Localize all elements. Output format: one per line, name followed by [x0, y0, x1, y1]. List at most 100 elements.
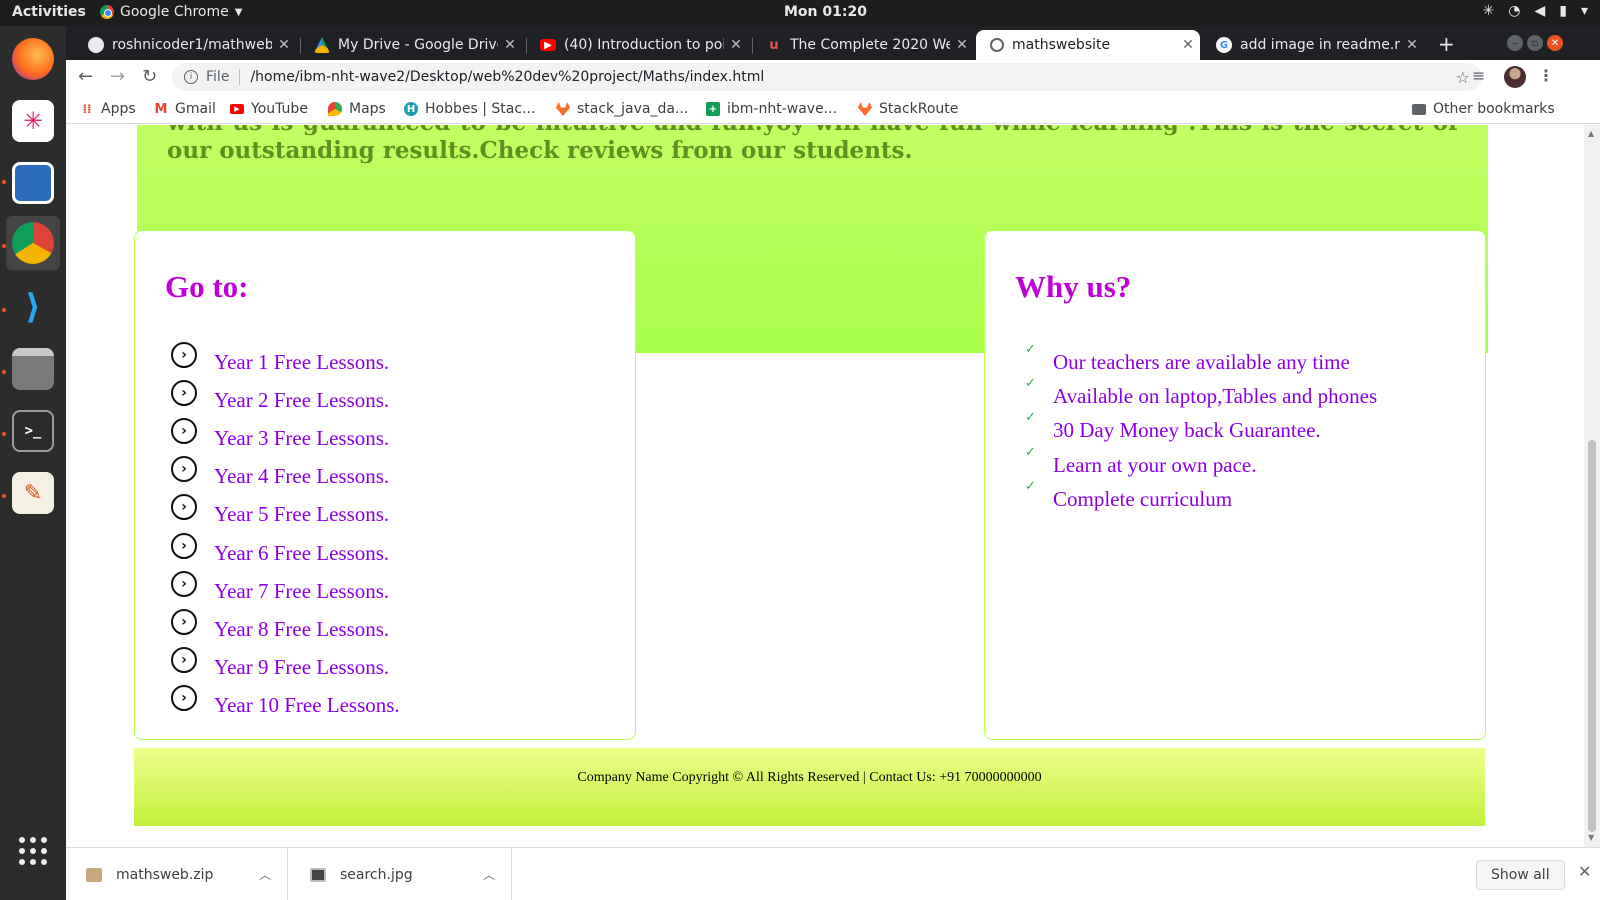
- chevron-right-circle-icon: ›: [171, 685, 197, 711]
- show-all-button[interactable]: Show all: [1476, 860, 1565, 890]
- udemy-icon: u: [769, 37, 779, 53]
- file-cabinet-icon: [12, 348, 54, 390]
- scroll-down-arrow-icon[interactable]: ▼: [1588, 833, 1594, 842]
- tab-udemy[interactable]: u The Complete 2020 Web ✕: [752, 30, 974, 60]
- profile-avatar[interactable]: [1504, 66, 1526, 88]
- chevron-right-circle-icon: ›: [171, 533, 197, 559]
- chevron-down-icon: ▼: [234, 6, 243, 18]
- battery-icon: ▮: [1559, 3, 1567, 19]
- clock[interactable]: Mon 01:20: [784, 4, 867, 20]
- scheme-label: File: [206, 69, 230, 85]
- apps-grid-icon: ⁞⁞: [82, 102, 92, 116]
- tab-title: mathswebsite: [1012, 37, 1111, 53]
- close-icon[interactable]: ✕: [498, 37, 522, 53]
- bookmark-star-icon[interactable]: ☆: [1456, 68, 1470, 87]
- bookmark-hobbes[interactable]: H Hobbes | Stac...: [404, 101, 535, 117]
- lesson-link[interactable]: › Year 4 Free Lessons.: [171, 456, 389, 490]
- gitlab-icon: [858, 102, 872, 116]
- back-button[interactable]: ←: [78, 66, 93, 87]
- dock-chrome[interactable]: [6, 216, 60, 270]
- show-applications-button[interactable]: [6, 824, 60, 878]
- bookmark-maps[interactable]: Maps: [328, 101, 386, 117]
- bookmark-gmail[interactable]: M Gmail: [154, 101, 216, 117]
- download-item[interactable]: search.jpg ︿: [290, 848, 512, 900]
- lesson-link[interactable]: › Year 8 Free Lessons.: [171, 609, 389, 643]
- hero-text: with us is guaranteed to be intuitive an…: [167, 125, 1458, 164]
- bookmark-ibm-nht-wave[interactable]: + ibm-nht-wave...: [706, 101, 837, 117]
- media-control-icon[interactable]: ≡: [1472, 66, 1485, 85]
- why-us-panel: Why us? ✓ Our teachers are available any…: [984, 230, 1486, 740]
- system-tray[interactable]: ✳ ◔ ◀ ▮ ▾: [1483, 3, 1588, 19]
- globe-icon: [990, 38, 1004, 52]
- bookmark-youtube[interactable]: ▶ YouTube: [230, 101, 308, 117]
- tab-google-drive[interactable]: My Drive - Google Drive ✕: [300, 30, 522, 60]
- close-icon[interactable]: ✕: [1176, 37, 1200, 53]
- chevron-right-circle-icon: ›: [171, 418, 197, 444]
- page-viewport: with us is guaranteed to be intuitive an…: [66, 125, 1584, 847]
- tab-title: (40) Introduction to poin: [564, 37, 724, 53]
- dock-files[interactable]: [6, 342, 60, 396]
- maximize-button[interactable]: ▫: [1527, 35, 1543, 51]
- menu-kebab-icon[interactable]: ⋮: [1538, 66, 1554, 85]
- new-tab-button[interactable]: +: [1438, 32, 1455, 56]
- bookmark-stack-java[interactable]: stack_java_da...: [556, 101, 688, 117]
- dock-firefox[interactable]: [6, 32, 60, 86]
- minimize-button[interactable]: –: [1507, 35, 1523, 51]
- close-icon[interactable]: ✕: [1578, 862, 1591, 881]
- tab-title: My Drive - Google Drive: [338, 37, 498, 53]
- scrollbar-thumb[interactable]: [1588, 440, 1596, 832]
- power-menu-icon[interactable]: ▾: [1581, 3, 1588, 19]
- lesson-link[interactable]: › Year 3 Free Lessons.: [171, 418, 389, 452]
- download-filename: search.jpg: [340, 866, 413, 883]
- lesson-link[interactable]: › Year 6 Free Lessons.: [171, 533, 389, 567]
- app-menu-label: Google Chrome: [120, 4, 229, 20]
- dock-vscode[interactable]: ⟩: [6, 280, 60, 334]
- lesson-link[interactable]: › Year 1 Free Lessons.: [171, 342, 389, 376]
- dock-slack[interactable]: ✳: [6, 94, 60, 148]
- close-icon[interactable]: ✕: [950, 37, 974, 53]
- info-icon[interactable]: i: [184, 70, 198, 84]
- page-scrollbar[interactable]: ▲ ▼: [1584, 125, 1600, 847]
- tab-github[interactable]: roshnicoder1/mathwebs ✕: [74, 30, 296, 60]
- lesson-link[interactable]: › Year 5 Free Lessons.: [171, 494, 389, 528]
- chevron-up-icon[interactable]: ︿: [483, 866, 495, 883]
- dock-text-editor[interactable]: ✎: [6, 466, 60, 520]
- lesson-link[interactable]: › Year 7 Free Lessons.: [171, 571, 389, 605]
- activities-button[interactable]: Activities: [12, 4, 86, 20]
- close-window-button[interactable]: ✕: [1547, 35, 1563, 51]
- chevron-right-circle-icon: ›: [171, 380, 197, 406]
- checkmark-icon: ✓: [1025, 342, 1036, 357]
- reload-button[interactable]: ↻: [142, 66, 157, 87]
- slack-tray-icon[interactable]: ✳: [1483, 3, 1495, 19]
- goto-panel: Go to: › Year 1 Free Lessons. › Year 2 F…: [134, 230, 636, 740]
- slack-icon: ✳: [12, 100, 54, 142]
- dock-image-viewer[interactable]: [6, 156, 60, 210]
- google-icon: G: [1216, 37, 1232, 53]
- download-item[interactable]: mathsweb.zip ︿: [66, 848, 288, 900]
- firefox-icon: [12, 38, 54, 80]
- close-icon[interactable]: ✕: [1400, 37, 1424, 53]
- tab-youtube[interactable]: ▶ (40) Introduction to poin ✕: [526, 30, 748, 60]
- tab-mathswebsite[interactable]: mathswebsite ✕: [976, 30, 1200, 60]
- close-icon[interactable]: ✕: [272, 37, 296, 53]
- lesson-link[interactable]: › Year 2 Free Lessons.: [171, 380, 389, 414]
- forward-button[interactable]: →: [110, 66, 125, 87]
- tab-title: The Complete 2020 Web: [790, 37, 950, 53]
- close-icon[interactable]: ✕: [724, 37, 748, 53]
- system-top-bar: Activities Google Chrome ▼ Mon 01:20 ✳ ◔…: [0, 0, 1600, 26]
- app-menu[interactable]: Google Chrome ▼: [100, 4, 242, 20]
- bookmark-apps[interactable]: ⁞⁞ Apps: [80, 101, 135, 117]
- other-bookmarks[interactable]: Other bookmarks: [1412, 101, 1555, 117]
- scroll-up-arrow-icon[interactable]: ▲: [1588, 129, 1594, 138]
- bookmark-stackroute[interactable]: StackRoute: [858, 101, 958, 117]
- lesson-link[interactable]: › Year 9 Free Lessons.: [171, 647, 389, 681]
- sheets-icon: +: [706, 102, 720, 116]
- why-us-heading: Why us?: [1015, 269, 1132, 304]
- chevron-up-icon[interactable]: ︿: [259, 866, 271, 883]
- address-bar[interactable]: i File /home/ibm-nht-wave2/Desktop/web%2…: [172, 63, 1482, 91]
- tab-google-search[interactable]: G add image in readme.mc ✕: [1202, 30, 1424, 60]
- url-text[interactable]: /home/ibm-nht-wave2/Desktop/web%20dev%20…: [250, 69, 764, 85]
- lesson-link[interactable]: › Year 10 Free Lessons.: [171, 685, 400, 719]
- dock-terminal[interactable]: >_: [6, 404, 60, 458]
- youtube-icon: ▶: [540, 39, 556, 51]
